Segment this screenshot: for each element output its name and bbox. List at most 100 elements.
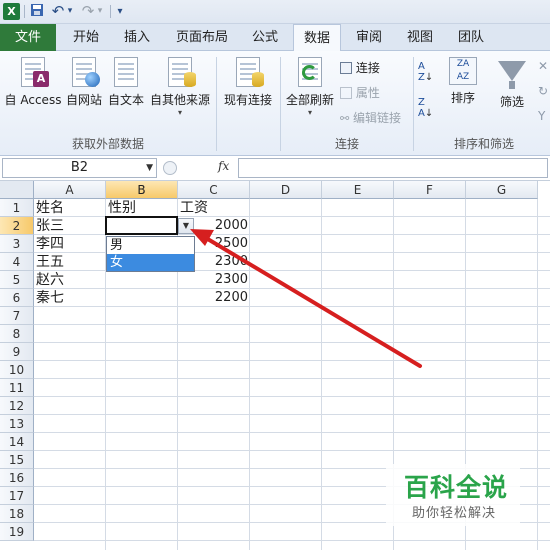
from-text-button[interactable]: 自文本 [106,57,146,108]
row-header-18[interactable]: 18 [0,505,34,523]
row-header-6[interactable]: 6 [0,289,34,307]
tab-insert[interactable]: 插入 [114,24,160,51]
from-web-label: 自网站 [65,93,102,107]
properties-button: 属性 [340,84,380,101]
gridline [34,432,550,433]
fx-icon[interactable]: fx [218,159,229,173]
row-header-1[interactable]: 1 [0,199,34,217]
dropdown-option[interactable]: 男 [107,237,194,254]
redo-dropdown-icon: ▾ [97,6,103,16]
existing-connections-button[interactable]: 现有连接 [220,57,276,108]
row-header-7[interactable]: 7 [0,307,34,325]
expand-handle[interactable] [163,161,177,175]
separator [110,5,111,18]
row-header-12[interactable]: 12 [0,397,34,415]
from-access-button[interactable]: A 自 Access [4,57,62,108]
select-all-corner[interactable] [0,181,34,199]
active-cell-b2[interactable] [105,216,178,235]
sort-descending-button[interactable]: Z A↓ [418,97,442,119]
refresh-all-button[interactable]: 全部刷新 ▾ [284,57,336,117]
row-header-16[interactable]: 16 [0,469,34,487]
cell-a6[interactable]: 秦七 [34,289,106,307]
tab-file[interactable]: 文件 [0,24,56,51]
ribbon-data: A 自 Access 自网站 自文本 自其他来源 ▾ 获取外部数据 现有连接 全… [0,51,550,156]
from-web-button[interactable]: 自网站 [64,57,104,108]
cell-c6[interactable]: 2200 [178,289,250,307]
cell-a3[interactable]: 李四 [34,235,106,253]
group-label-sort-filter: 排序和筛选 [453,137,514,151]
filter-button[interactable]: 筛选 [494,57,530,110]
row-header-14[interactable]: 14 [0,433,34,451]
save-icon[interactable] [29,3,45,20]
row-header-11[interactable]: 11 [0,379,34,397]
dropdown-option[interactable]: 女 [107,254,194,271]
column-header-e[interactable]: E [322,181,394,199]
connections-button[interactable]: 连接 [340,59,380,76]
row-header-10[interactable]: 10 [0,361,34,379]
cell-a4[interactable]: 王五 [34,253,106,271]
existing-connections-label: 现有连接 [223,93,272,107]
row-header-17[interactable]: 17 [0,487,34,505]
sort-az-icon: A Z↓ [418,61,434,83]
formula-input[interactable] [238,158,548,178]
sort-button[interactable]: ZA AZ 排序 [446,57,480,106]
cell-c5[interactable]: 2300 [178,271,250,289]
from-other-sources-label: 自其他来源 [149,93,210,107]
column-header-c[interactable]: C [178,181,250,199]
name-box-value: B2 [70,160,89,175]
watermark-title: 百科全说 [404,473,509,502]
redo-icon: ↷ [81,2,95,20]
tab-home[interactable]: 开始 [58,24,114,51]
clear-filter-icon[interactable]: ✕ [538,59,548,73]
tab-page-layout[interactable]: 页面布局 [166,24,238,51]
validation-dropdown-list: 男女 [106,236,195,272]
refresh-all-label: 全部刷新 [285,93,334,107]
gridline [34,324,550,325]
advanced-filter-icon[interactable]: Y [538,109,545,123]
row-header-5[interactable]: 5 [0,271,34,289]
reapply-icon[interactable]: ↻ [538,84,548,98]
gridline [34,306,550,307]
gridline [34,360,550,361]
cell-a2[interactable]: 张三 [34,217,106,235]
undo-icon[interactable]: ↶ [50,3,66,20]
tab-data[interactable]: 数据 [293,24,341,52]
sort-ascending-button[interactable]: A Z↓ [418,61,442,83]
row-header-13[interactable]: 13 [0,415,34,433]
tab-formulas[interactable]: 公式 [242,24,288,51]
tab-view[interactable]: 视图 [397,24,443,51]
watermark: 百科全说 助你轻松解决 [386,464,520,526]
group-separator [280,57,281,151]
from-other-sources-button[interactable]: 自其他来源 ▾ [148,57,212,117]
tab-review[interactable]: 审阅 [346,24,392,51]
row-header-8[interactable]: 8 [0,325,34,343]
row-header-19[interactable]: 19 [0,523,34,541]
cell-a1[interactable]: 姓名 [34,199,106,217]
cell-b1[interactable]: 性别 [106,199,178,217]
chevron-down-icon[interactable]: ▼ [146,159,153,177]
undo-dropdown-icon[interactable]: ▾ [66,3,74,20]
column-header-g[interactable]: G [466,181,538,199]
gridline [34,540,550,541]
cell-a5[interactable]: 赵六 [34,271,106,289]
chevron-down-icon: ▾ [177,108,182,117]
customize-toolbar-icon[interactable]: ▾ [115,3,125,20]
excel-icon[interactable]: X [3,3,20,20]
column-header-a[interactable]: A [34,181,106,199]
row-header-4[interactable]: 4 [0,253,34,271]
tab-team[interactable]: 团队 [448,24,494,51]
column-header-d[interactable]: D [250,181,322,199]
edit-links-button: ⚯ 编辑链接 [340,109,401,126]
name-box[interactable]: B2 ▼ [2,158,157,178]
column-header-f[interactable]: F [394,181,466,199]
validation-dropdown-button[interactable]: ▼ [178,218,194,234]
filter-icon [498,61,526,81]
cell-c1[interactable]: 工资 [178,199,250,217]
row-header-15[interactable]: 15 [0,451,34,469]
properties-label: 属性 [355,86,380,100]
row-header-2[interactable]: 2 [0,217,34,235]
from-access-label: 自 Access [4,93,62,107]
row-header-3[interactable]: 3 [0,235,34,253]
column-header-b[interactable]: B [106,181,178,199]
row-header-9[interactable]: 9 [0,343,34,361]
